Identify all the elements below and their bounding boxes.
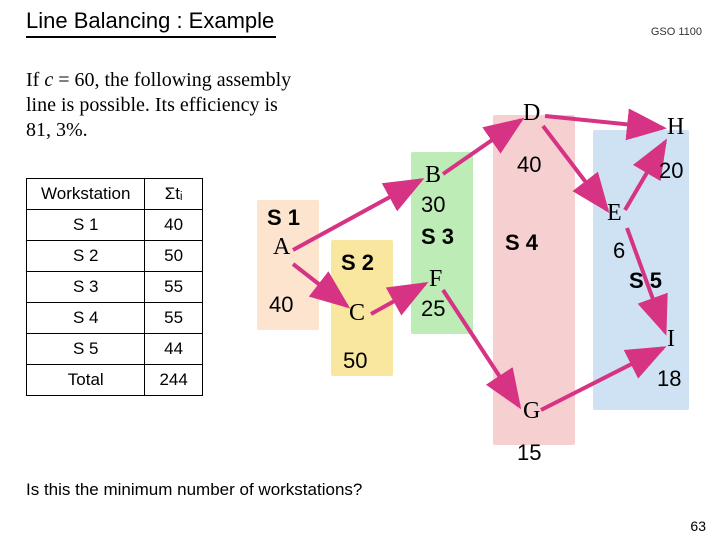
node-d-label: D (523, 100, 540, 127)
table-row: S 140 (27, 210, 203, 241)
th-sigma-t: Σtᵢ (145, 179, 202, 210)
node-g-label: G (523, 398, 540, 425)
station-label-s4: S 4 (505, 230, 538, 256)
node-i-label: I (667, 326, 675, 353)
node-b-label: B (425, 162, 441, 189)
station-label-s3: S 3 (421, 224, 454, 250)
table-row: S 544 (27, 334, 203, 365)
table-header-row: Workstation Σtᵢ (27, 179, 203, 210)
node-e-value: 6 (613, 238, 625, 264)
node-c-value: 50 (343, 348, 367, 374)
table-row: Total244 (27, 365, 203, 396)
node-b-value: 30 (421, 192, 445, 218)
node-a-value: 40 (269, 292, 293, 318)
node-i-value: 18 (657, 366, 681, 392)
cell-ws: S 4 (27, 303, 145, 334)
desc-prefix: If (26, 69, 44, 91)
node-a-label: A (273, 234, 290, 261)
page-title: Line Balancing : Example (26, 8, 276, 38)
desc-variable-c: c (44, 69, 53, 91)
course-code: GSO 1100 (651, 26, 702, 38)
node-f-value: 25 (421, 296, 445, 322)
node-f-label: F (429, 266, 442, 293)
station-label-s1: S 1 (267, 205, 300, 231)
table-row: S 250 (27, 241, 203, 272)
station-label-s2: S 2 (341, 250, 374, 276)
node-g-value: 15 (517, 440, 541, 466)
node-c-label: C (349, 300, 365, 327)
cell-ws: S 5 (27, 334, 145, 365)
node-d-value: 40 (517, 152, 541, 178)
page-number: 63 (690, 518, 706, 534)
workstation-table: Workstation Σtᵢ S 140 S 250 S 355 S 455 … (26, 178, 203, 396)
cell-t: 55 (145, 303, 202, 334)
station-label-s5: S 5 (629, 268, 662, 294)
precedence-diagram: S 1 S 2 S 3 S 4 S 5 A 40 B 30 C 50 D 40 … (235, 70, 705, 450)
cell-t: 44 (145, 334, 202, 365)
table-row: S 455 (27, 303, 203, 334)
node-h-value: 20 (659, 158, 683, 184)
th-workstation: Workstation (27, 179, 145, 210)
cell-ws: S 1 (27, 210, 145, 241)
cell-ws: S 3 (27, 272, 145, 303)
cell-t: 55 (145, 272, 202, 303)
cell-t: 244 (145, 365, 202, 396)
cell-ws: S 2 (27, 241, 145, 272)
question-text: Is this the minimum number of workstatio… (26, 480, 362, 500)
cell-t: 50 (145, 241, 202, 272)
node-h-label: H (667, 114, 684, 141)
node-e-label: E (607, 200, 622, 227)
cell-t: 40 (145, 210, 202, 241)
table-row: S 355 (27, 272, 203, 303)
cell-ws: Total (27, 365, 145, 396)
